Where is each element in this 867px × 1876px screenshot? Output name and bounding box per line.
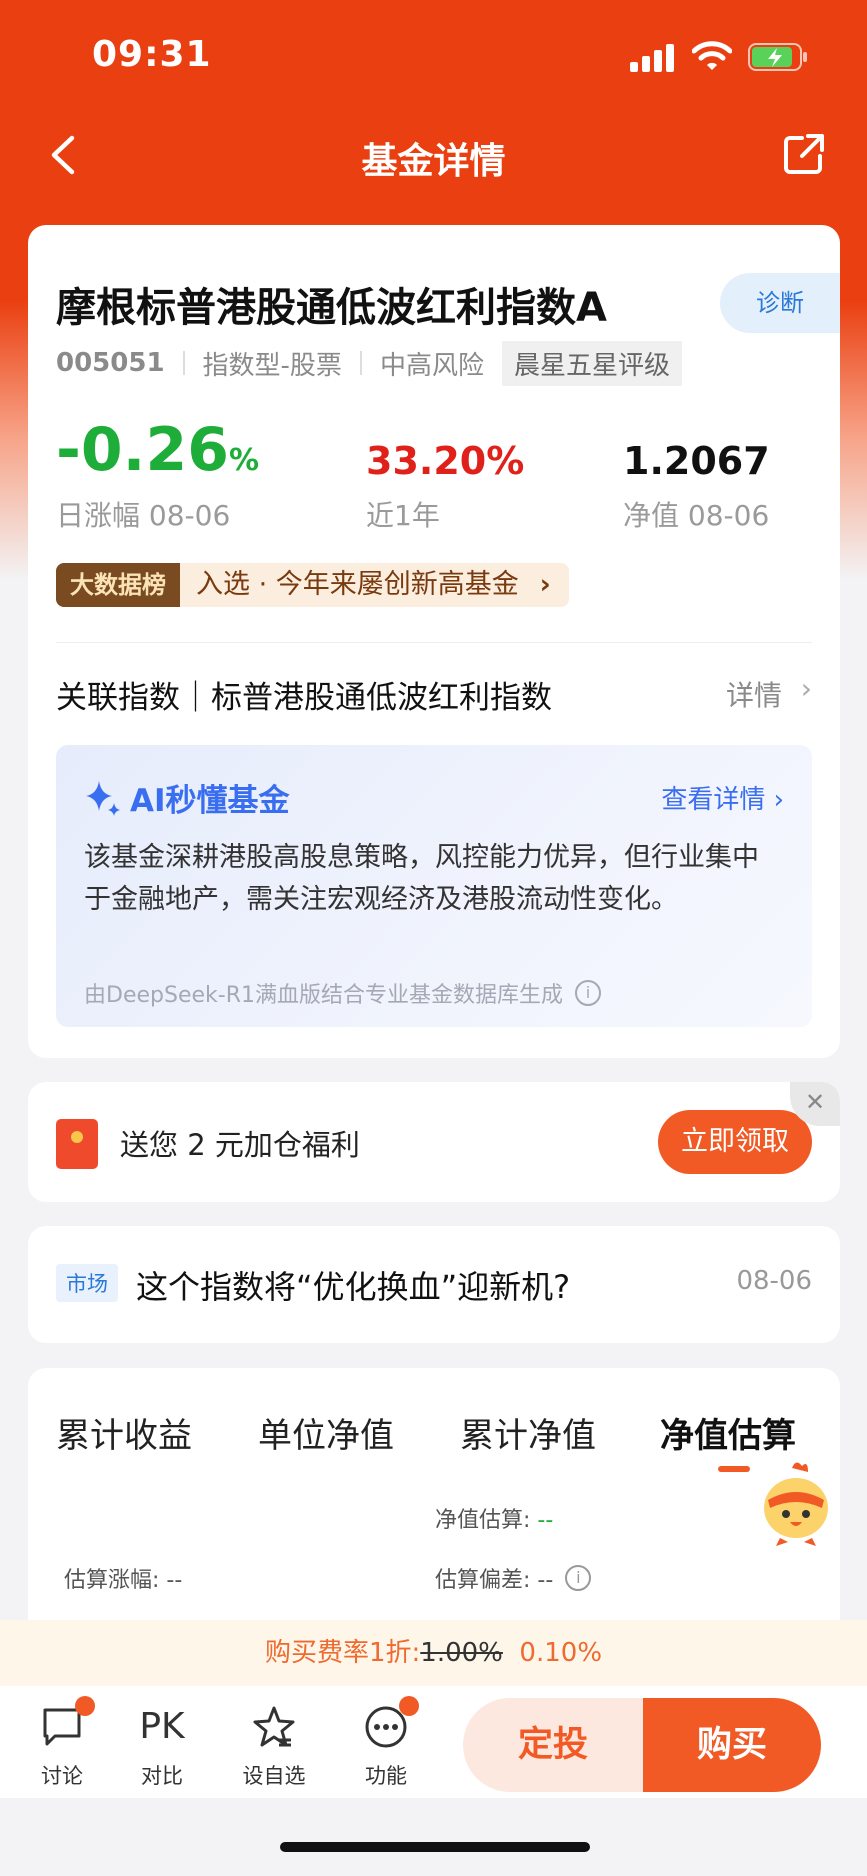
info-icon[interactable]: i [565, 1565, 592, 1591]
divider [182, 351, 185, 375]
wifi-icon [692, 41, 732, 70]
claim-button[interactable]: 立即领取 [658, 1110, 812, 1174]
estimate-deviation-row: 估算偏差: -- i [435, 1562, 592, 1594]
add-watchlist-label: 设自选 [242, 1764, 306, 1788]
home-indicator[interactable] [280, 1842, 590, 1852]
bigdata-text: 入选 · 今年来屡创新高基金 › [180, 563, 569, 607]
daily-change-stat: -0.26% 日涨幅 08-06 [56, 420, 259, 534]
year-return-value: 33.20% [366, 439, 525, 483]
info-icon[interactable]: i [574, 980, 601, 1006]
nav-stat: 1.2067 净值 08-06 [623, 420, 770, 534]
fixed-investment-button[interactable]: 定投 [463, 1698, 643, 1792]
tab-cumulative-return[interactable]: 累计收益 [56, 1408, 192, 1457]
pk-icon: PK [139, 1706, 185, 1747]
signal-icon [630, 44, 676, 72]
news-title[interactable]: 这个指数将“优化换血”迎新机? [136, 1262, 570, 1308]
ai-source-note: 由DeepSeek-R1满血版结合专业基金数据库生成 i [84, 977, 601, 1009]
status-bar: 09:31 [0, 0, 867, 110]
bigdata-banner[interactable]: 大数据榜 入选 · 今年来屡创新高基金 › [56, 563, 569, 607]
year-return-label: 近1年 [366, 499, 440, 532]
function-label: 功能 [365, 1764, 407, 1788]
compare-button[interactable]: PK 对比 [122, 1704, 202, 1790]
associated-index-label: 关联指数｜标普港股通低波红利指数 [56, 680, 552, 716]
welfare-card: 送您 2 元加仓福利 立即领取 ✕ [28, 1082, 840, 1202]
nav-value: 1.2067 [623, 439, 770, 483]
news-date: 08-06 [736, 1266, 812, 1296]
bb-icon [363, 1696, 419, 1750]
home-area [0, 1798, 867, 1876]
fund-meta-row: 005051 指数型-股票 中高风险 晨星五星评级 [56, 340, 682, 386]
buy-button[interactable]: 购买 [643, 1698, 821, 1792]
star-icon [253, 1706, 295, 1747]
divider [56, 642, 812, 643]
ai-view-details-link[interactable]: 查看详情 › [661, 779, 784, 816]
bigdata-tag: 大数据榜 [56, 563, 180, 607]
tab-cumulative-nav[interactable]: 累计净值 [460, 1408, 596, 1457]
page-title: 基金详情 [361, 141, 506, 182]
nav-label: 净值 08-06 [623, 499, 770, 532]
ai-summary-text: 该基金深耕港股高股息策略，风控能力优异，但行业集中于金融地产，需关注宏观经济及港… [84, 842, 759, 915]
discuss-button[interactable]: 讨论 [22, 1696, 102, 1790]
notification-dot [399, 1696, 419, 1716]
active-tab-indicator [718, 1466, 750, 1472]
fund-risk: 中高风险 [379, 350, 484, 381]
bb-icon [39, 1696, 95, 1750]
rating-badge: 晨星五星评级 [501, 340, 682, 386]
red-packet-icon [56, 1119, 98, 1169]
tab-nav-estimate[interactable]: 净值估算 [660, 1408, 796, 1457]
chart-tabs-card: 累计收益 单位净值 累计净值 净值估算 净值估算: -- 估算涨幅: -- 估算… [28, 1368, 840, 1628]
notification-dot [75, 1696, 95, 1716]
discuss-label: 讨论 [41, 1764, 83, 1788]
bottom-action-bar: 讨论 PK 对比 设自选 功能 定投 购买 [0, 1686, 867, 1798]
fee-new: 0.10% [519, 1638, 603, 1668]
bb-icon [251, 1704, 297, 1750]
share-icon[interactable] [782, 132, 826, 176]
purchase-button-group: 定投 购买 [463, 1698, 821, 1792]
associated-index-detail-link[interactable]: 详情 [726, 674, 782, 714]
mascot-chick-icon[interactable] [756, 1458, 836, 1548]
news-tag: 市场 [56, 1264, 118, 1302]
function-button[interactable]: 功能 [346, 1696, 426, 1790]
nav-estimate-label: 净值估算: -- [435, 1508, 554, 1533]
add-watchlist-button[interactable]: 设自选 [234, 1704, 314, 1790]
tab-unit-nav[interactable]: 单位净值 [258, 1408, 394, 1457]
fund-name: 摩根标普港股通低波红利指数A [56, 285, 607, 331]
chevron-right-icon: › [800, 672, 812, 705]
compare-label: 对比 [141, 1764, 183, 1788]
associated-index-row[interactable]: 关联指数｜标普港股通低波红利指数 详情 › [56, 662, 812, 722]
fee-discount-bar: 购买费率1折:1.00% 0.10% [0, 1620, 867, 1686]
daily-change-label: 日涨幅 08-06 [56, 499, 231, 532]
battery-icon [748, 43, 807, 71]
chevron-right-icon: › [539, 569, 551, 600]
fund-code: 005051 [56, 348, 165, 378]
diagnose-button[interactable]: 诊断 [720, 273, 840, 333]
ai-summary-box: AI秒懂基金 查看详情 › 该基金深耕港股高股息策略，风控能力优异，但行业集中于… [56, 745, 812, 1027]
ai-summary-title: AI秒懂基金 [84, 775, 290, 820]
year-return-stat: 33.20% 近1年 [366, 420, 524, 534]
status-time: 09:31 [92, 34, 212, 75]
fee-label: 购买费率1折: [264, 1638, 421, 1668]
nav-bar: 基金详情 [0, 110, 867, 200]
sparkle-icon [86, 780, 120, 816]
fund-summary-card: 摩根标普港股通低波红利指数A 诊断 005051 指数型-股票 中高风险 晨星五… [28, 225, 840, 1058]
estimate-change-label: 估算涨幅: -- [64, 1568, 183, 1593]
divider [359, 351, 362, 375]
fund-type: 指数型-股票 [202, 350, 342, 381]
estimate-deviation-label: 估算偏差: -- [435, 1568, 554, 1593]
nav-estimate-value: -- [537, 1508, 554, 1533]
fee-old: 1.00% [420, 1638, 503, 1668]
daily-change-value: -0.26% [56, 415, 260, 485]
welfare-text: 送您 2 元加仓福利 [120, 1128, 360, 1162]
news-card[interactable]: 市场 这个指数将“优化换血”迎新机? 08-06 [28, 1226, 840, 1343]
